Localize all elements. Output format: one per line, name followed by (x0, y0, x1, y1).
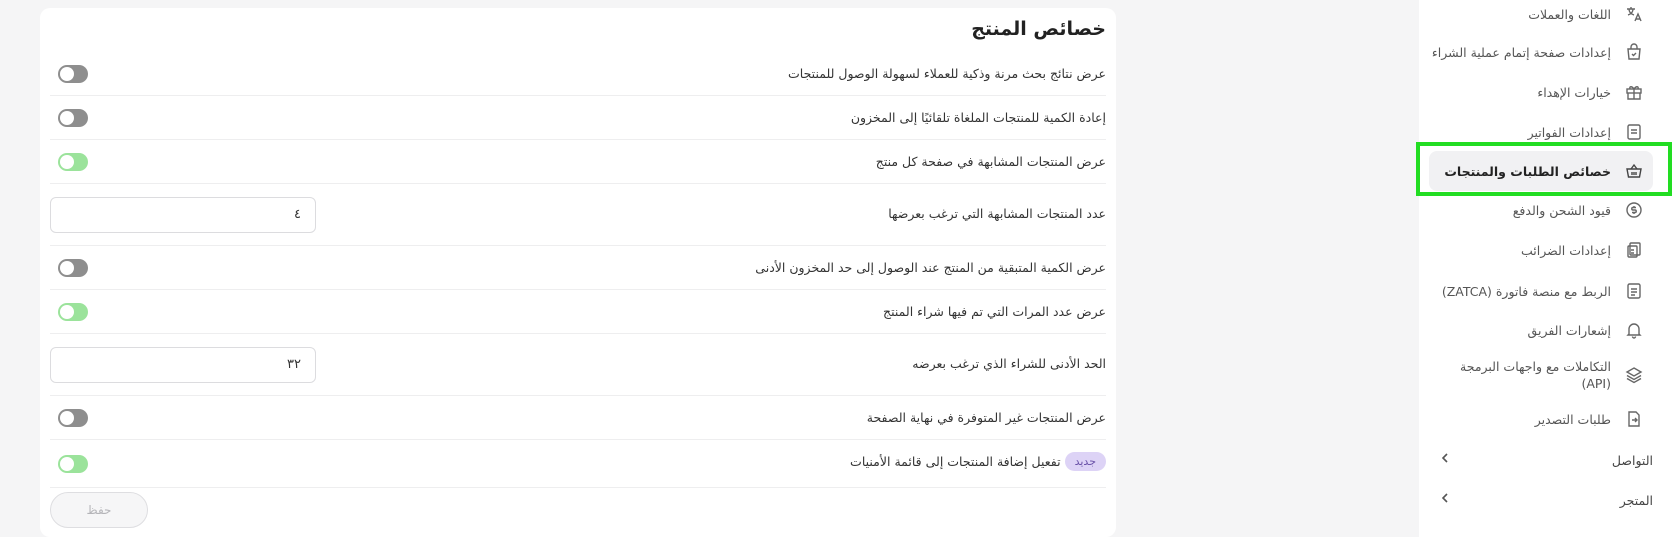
out-of-stock-last-toggle[interactable] (58, 409, 88, 427)
setting-label: عرض المنتجات المشابهة في صفحة كل منتج (875, 154, 1106, 169)
chevron-left-icon (1439, 492, 1451, 508)
sidebar-item-label: قيود الشحن والدفع (1512, 202, 1611, 218)
setting-row: إعادة الكمية للمنتجات الملغاة تلقائيًا إ… (50, 96, 1106, 140)
sidebar-group-label: التواصل (1611, 452, 1653, 468)
wishlist-toggle[interactable] (58, 455, 88, 473)
sidebar-item-invoices[interactable]: إعدادات الفواتير (1429, 122, 1653, 142)
sidebar-group-store[interactable]: المتجر (1439, 492, 1653, 508)
setting-label: عرض عدد المرات التي تم فيها شراء المنتج (883, 304, 1106, 319)
active-item-highlight (1416, 142, 1672, 196)
page-title: خصائص المنتج (971, 18, 1106, 40)
sidebar-item-label: إعدادات الفواتير (1527, 124, 1611, 140)
setting-row: الحد الأدنى للشراء الذي ترغب بعرضه ٣٢ (50, 334, 1106, 396)
layers-icon (1623, 366, 1645, 384)
document-icon (1623, 282, 1645, 300)
setting-label: عدد المنتجات المشابهة التي ترغب بعرضها (888, 206, 1106, 221)
save-button[interactable]: حفظ (50, 492, 148, 528)
min-purchase-input[interactable]: ٣٢ (50, 347, 316, 383)
setting-label: عرض المنتجات غير المتوفرة في نهاية الصفح… (866, 410, 1106, 425)
shopping-bag-icon (1623, 43, 1645, 61)
sidebar-item-label: إعدادات الضرائب (1521, 242, 1611, 258)
translate-icon (1623, 5, 1645, 23)
purchase-count-toggle[interactable] (58, 303, 88, 321)
sidebar-item-export-requests[interactable]: طلبات التصدير (1429, 409, 1653, 429)
export-icon (1623, 410, 1645, 428)
similar-products-count-input[interactable]: ٤ (50, 197, 316, 233)
dollar-circle-icon (1623, 201, 1645, 219)
gift-icon (1623, 83, 1645, 101)
setting-row: جديد تفعيل إضافة المنتجات إلى قائمة الأم… (50, 440, 1106, 488)
remaining-quantity-toggle[interactable] (58, 259, 88, 277)
smart-search-toggle[interactable] (58, 65, 88, 83)
sidebar-item-label: الربط مع منصة فاتورة (ZATCA) (1441, 283, 1611, 299)
new-badge: جديد (1064, 452, 1106, 471)
sidebar-item-taxes[interactable]: إعدادات الضرائب (1429, 240, 1653, 260)
sidebar-item-languages[interactable]: اللغات والعملات (1429, 4, 1653, 24)
sidebar-item-label: اللغات والعملات (1528, 6, 1611, 22)
sidebar-item-shipping-payment[interactable]: قيود الشحن والدفع (1429, 200, 1653, 220)
setting-label: عرض نتائج بحث مرنة وذكية للعملاء لسهولة … (788, 66, 1106, 81)
sidebar-item-label: التكاملات مع واجهات البرمجة (API) (1460, 359, 1611, 391)
setting-label-text: تفعيل إضافة المنتجات إلى قائمة الأمنيات (850, 454, 1061, 469)
sidebar-group-communication[interactable]: التواصل (1439, 452, 1653, 468)
sidebar-group-label: المتجر (1619, 492, 1653, 508)
setting-row: عدد المنتجات المشابهة التي ترغب بعرضها ٤ (50, 184, 1106, 246)
sidebar-item-zatca[interactable]: الربط مع منصة فاتورة (ZATCA) (1429, 281, 1653, 301)
sidebar-item-label: إشعارات الفريق (1527, 322, 1611, 338)
sidebar-item-api-integrations[interactable]: التكاملات مع واجهات البرمجة (API) (1429, 357, 1653, 393)
setting-row: عرض المنتجات غير المتوفرة في نهاية الصفح… (50, 396, 1106, 440)
sidebar-item-label: طلبات التصدير (1534, 411, 1611, 427)
restock-cancelled-toggle[interactable] (58, 109, 88, 127)
sidebar-item-label: خيارات الإهداء (1537, 84, 1611, 100)
setting-row: عرض نتائج بحث مرنة وذكية للعملاء لسهولة … (50, 52, 1106, 96)
settings-sidebar: اللغات والعملات إعدادات صفحة إتمام عملية… (1419, 0, 1673, 537)
product-properties-card: خصائص المنتج عرض نتائج بحث مرنة وذكية لل… (40, 8, 1116, 537)
sidebar-item-checkout[interactable]: إعدادات صفحة إتمام عملية الشراء (1429, 42, 1653, 62)
setting-row: عرض المنتجات المشابهة في صفحة كل منتج (50, 140, 1106, 184)
tax-icon (1623, 241, 1645, 259)
setting-label: جديد تفعيل إضافة المنتجات إلى قائمة الأم… (850, 452, 1106, 471)
setting-label: عرض الكمية المتبقية من المنتج عند الوصول… (755, 260, 1106, 275)
sidebar-item-gifting[interactable]: خيارات الإهداء (1429, 82, 1653, 102)
setting-row: عرض الكمية المتبقية من المنتج عند الوصول… (50, 246, 1106, 290)
setting-label: الحد الأدنى للشراء الذي ترغب بعرضه (912, 356, 1106, 371)
setting-row: عرض عدد المرات التي تم فيها شراء المنتج (50, 290, 1106, 334)
sidebar-item-team-notifications[interactable]: إشعارات الفريق (1429, 320, 1653, 340)
invoice-icon (1623, 123, 1645, 141)
chevron-left-icon (1439, 452, 1451, 468)
sidebar-item-label: إعدادات صفحة إتمام عملية الشراء (1431, 44, 1611, 60)
bell-icon (1623, 321, 1645, 339)
similar-products-toggle[interactable] (58, 153, 88, 171)
setting-label: إعادة الكمية للمنتجات الملغاة تلقائيًا إ… (850, 110, 1106, 125)
